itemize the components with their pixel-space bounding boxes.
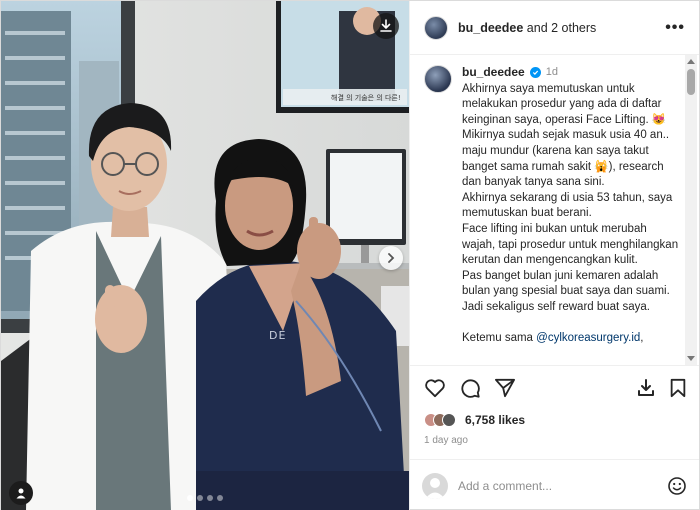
comments-area[interactable]: bu_deedee 1d Akhirnya saya memutuskan un… — [410, 55, 699, 365]
current-user-avatar — [422, 472, 448, 499]
heart-icon[interactable] — [424, 378, 446, 398]
liker-avatars[interactable] — [424, 413, 456, 427]
caption-paragraph-last: Ketemu sama @cylkoreasurgery.id, — [462, 331, 681, 347]
author-username[interactable]: bu_deedee — [458, 21, 523, 35]
post-modal: 해결 의 기술은 의 다른! DE bu_deedee and 2 others… — [0, 0, 700, 510]
emoji-icon[interactable] — [667, 476, 687, 496]
author-avatar[interactable] — [424, 15, 448, 40]
carousel-dot — [207, 495, 213, 501]
svg-text:DE: DE — [269, 329, 286, 342]
carousel-dot — [187, 495, 193, 501]
caption-comment: bu_deedee 1d Akhirnya saya memutuskan un… — [424, 65, 681, 346]
scroll-up-icon[interactable] — [687, 59, 695, 64]
tv-caption: 해결 의 기술은 의 다른! — [331, 93, 401, 102]
caption-text: , — [640, 331, 644, 344]
likes-row: 6,758 likes — [410, 409, 699, 431]
chevron-right-icon — [388, 253, 395, 263]
comment-input[interactable] — [458, 478, 657, 493]
carousel-indicator — [187, 495, 223, 501]
collaborators-link[interactable]: and 2 others — [523, 21, 597, 35]
scrollbar-thumb[interactable] — [687, 69, 695, 95]
bookmark-icon[interactable] — [669, 378, 687, 398]
caption-text: Ketemu sama — [462, 331, 537, 344]
caption-paragraph: Pas banget bulan juni kemaren adalah bul… — [462, 269, 670, 313]
scroll-down-icon[interactable] — [687, 356, 695, 361]
comment-icon[interactable] — [459, 377, 481, 399]
caption-avatar[interactable] — [424, 65, 452, 93]
action-bar — [410, 365, 699, 409]
post-authors: bu_deedee and 2 others — [458, 21, 655, 35]
next-photo-button[interactable] — [379, 246, 403, 270]
comments-scrollbar[interactable] — [685, 55, 697, 365]
post-date[interactable]: 1 day ago — [410, 431, 699, 449]
likes-count[interactable]: 6,758 likes — [465, 413, 525, 427]
add-comment-bar — [410, 459, 699, 510]
caption-username[interactable]: bu_deedee — [462, 65, 525, 81]
photo-scene: 해결 의 기술은 의 다른! DE — [1, 1, 409, 510]
liker-avatar — [442, 413, 456, 427]
post-photo[interactable]: 해결 의 기술은 의 다른! DE — [1, 1, 409, 510]
caption-body: bu_deedee 1d Akhirnya saya memutuskan un… — [462, 65, 681, 346]
caption-paragraph: Face lifting ini bukan untuk merubah waj… — [462, 222, 679, 267]
download-post-icon[interactable] — [636, 378, 656, 398]
tagged-users-button[interactable] — [9, 481, 33, 505]
share-icon[interactable] — [494, 378, 516, 398]
user-icon — [16, 488, 26, 499]
post-side-panel: bu_deedee and 2 others ••• bu_deedee 1d … — [409, 1, 699, 510]
carousel-dot — [197, 495, 203, 501]
more-options-icon[interactable]: ••• — [665, 19, 685, 37]
download-icon[interactable] — [373, 13, 399, 39]
carousel-dot — [217, 495, 223, 501]
caption-time[interactable]: 1d — [546, 65, 558, 81]
mention-link[interactable]: @cylkoreasurgery.id — [536, 332, 640, 344]
verified-badge-icon — [529, 67, 541, 79]
caption-paragraph: Akhirnya sekarang di usia 53 tahun, saya… — [462, 191, 673, 220]
caption-paragraph: Akhirnya saya memutuskan untuk melakukan… — [462, 82, 670, 189]
post-header: bu_deedee and 2 others ••• — [410, 1, 699, 55]
